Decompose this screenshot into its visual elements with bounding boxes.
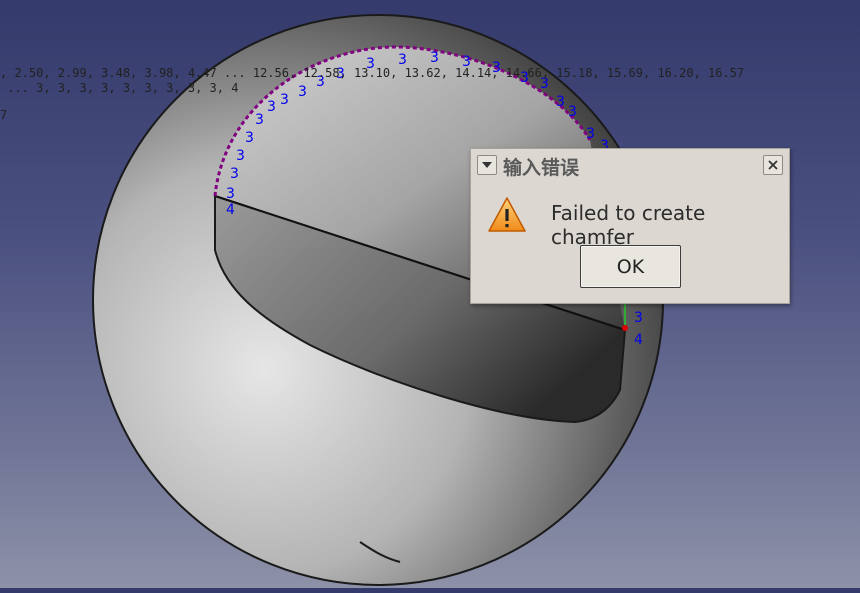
vertex-label: 3	[586, 126, 595, 142]
vertex-marker	[622, 325, 628, 331]
vertex-label: 4	[226, 202, 235, 218]
vertex-label: 3	[226, 186, 235, 202]
vertex-label: 4	[634, 332, 643, 348]
dialog-message: Failed to create chamfer	[551, 201, 706, 249]
vertex-label: 3	[430, 50, 439, 66]
window-menu-button[interactable]	[477, 155, 497, 175]
dialog-titlebar[interactable]: 输入错误	[471, 149, 789, 181]
close-icon	[768, 160, 778, 170]
vertex-label: 3	[298, 84, 307, 100]
warning-icon	[488, 197, 526, 232]
vertex-label: 3	[236, 148, 245, 164]
overlay-counts: ... 3, 3, 3, 3, 3, 3, 3, 3, 3, 4	[0, 81, 239, 95]
overlay-coordinates: , 2.50, 2.99, 3.48, 3.98, 4.47 ... 12.56…	[0, 66, 745, 80]
overlay-extra: 7	[0, 108, 8, 122]
vertex-label: 3	[267, 99, 276, 115]
chevron-down-icon	[482, 162, 492, 168]
vertex-label: 3	[634, 310, 643, 326]
vertex-label: 3	[280, 92, 289, 108]
vertex-label: 3	[568, 104, 577, 120]
error-dialog: 输入错误 Failed to create chamfer OK	[470, 148, 790, 304]
ok-button[interactable]: OK	[580, 245, 681, 288]
vertex-label: 3	[230, 166, 239, 182]
close-button[interactable]	[763, 155, 783, 175]
vertex-label: 3	[556, 94, 565, 110]
dialog-title: 输入错误	[503, 157, 580, 179]
vertex-label: 3	[245, 130, 254, 146]
vertex-label: 3	[255, 112, 264, 128]
